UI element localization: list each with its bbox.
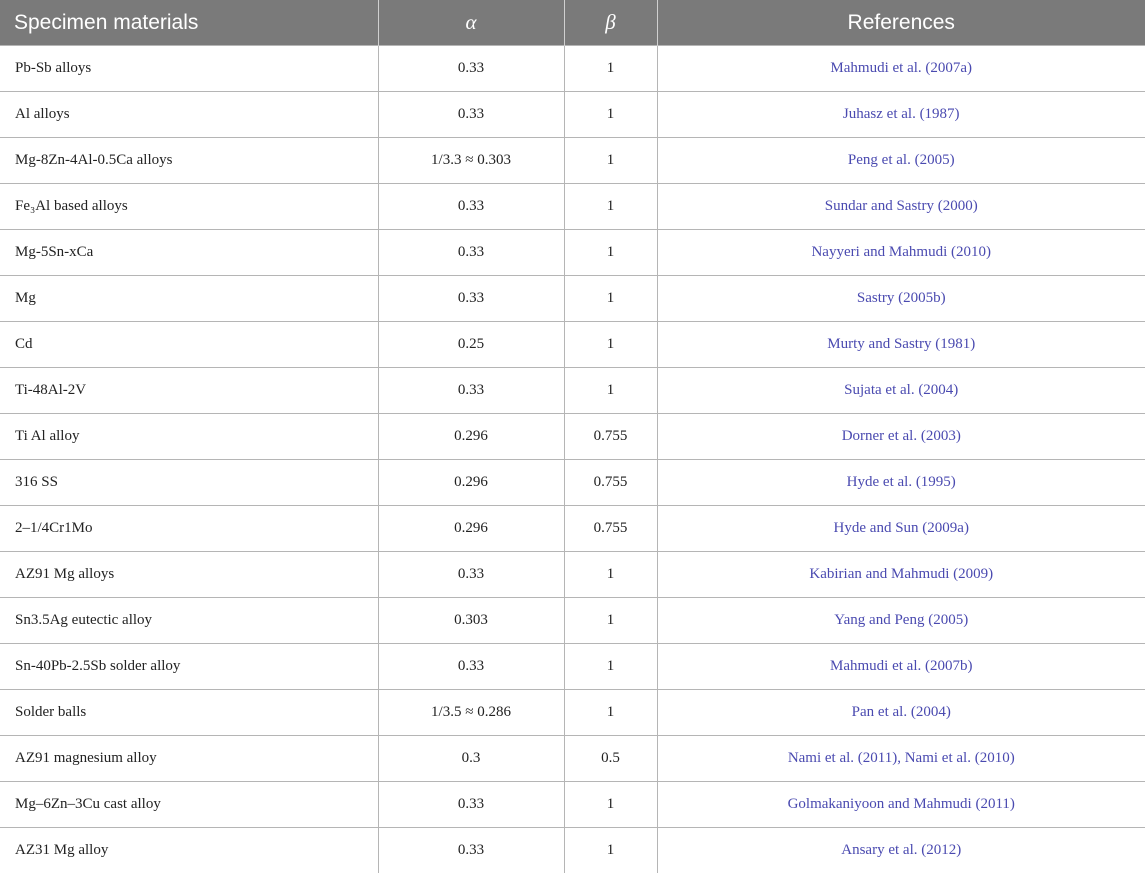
alpha-cell: 0.33: [378, 276, 564, 322]
beta-cell: 1: [564, 552, 657, 598]
material-cell: Sn3.5Ag eutectic alloy: [0, 598, 378, 644]
beta-cell: 1: [564, 138, 657, 184]
header-beta: β: [564, 0, 657, 46]
reference-link[interactable]: Golmakaniyoon and Mahmudi (2011): [657, 782, 1145, 828]
material-cell: AZ91 Mg alloys: [0, 552, 378, 598]
alpha-cell: 0.33: [378, 92, 564, 138]
header-alpha: α: [378, 0, 564, 46]
material-cell: Ti Al alloy: [0, 414, 378, 460]
header-references: References: [657, 0, 1145, 46]
alpha-cell: 0.33: [378, 828, 564, 873]
beta-cell: 1: [564, 690, 657, 736]
alpha-cell: 0.303: [378, 598, 564, 644]
table-row: Mg0.331Sastry (2005b): [0, 276, 1145, 322]
materials-table: Specimen materials α β References Pb-Sb …: [0, 0, 1145, 873]
alpha-cell: 0.3: [378, 736, 564, 782]
alpha-cell: 1/3.5 ≈ 0.286: [378, 690, 564, 736]
alpha-cell: 0.296: [378, 414, 564, 460]
reference-link[interactable]: Ansary et al. (2012): [657, 828, 1145, 873]
material-cell: Fe₃Al based alloys: [0, 184, 378, 230]
beta-cell: 1: [564, 322, 657, 368]
beta-cell: 1: [564, 644, 657, 690]
table-header: Specimen materials α β References: [0, 0, 1145, 46]
alpha-cell: 0.33: [378, 644, 564, 690]
material-cell: Ti-48Al-2V: [0, 368, 378, 414]
reference-link[interactable]: Sastry (2005b): [657, 276, 1145, 322]
alpha-cell: 0.33: [378, 368, 564, 414]
table-row: Solder balls1/3.5 ≈ 0.2861Pan et al. (20…: [0, 690, 1145, 736]
material-cell: AZ91 magnesium alloy: [0, 736, 378, 782]
table-body: Pb-Sb alloys0.331Mahmudi et al. (2007a)A…: [0, 46, 1145, 873]
alpha-cell: 0.33: [378, 184, 564, 230]
table-row: Fe₃Al based alloys0.331Sundar and Sastry…: [0, 184, 1145, 230]
beta-cell: 1: [564, 598, 657, 644]
beta-cell: 0.755: [564, 414, 657, 460]
reference-link[interactable]: Kabirian and Mahmudi (2009): [657, 552, 1145, 598]
reference-link[interactable]: Nayyeri and Mahmudi (2010): [657, 230, 1145, 276]
material-cell: 2–1/4Cr1Mo: [0, 506, 378, 552]
table-row: Mg–6Zn–3Cu cast alloy0.331Golmakaniyoon …: [0, 782, 1145, 828]
alpha-cell: 0.33: [378, 230, 564, 276]
reference-link[interactable]: Dorner et al. (2003): [657, 414, 1145, 460]
beta-cell: 0.5: [564, 736, 657, 782]
reference-link[interactable]: Hyde and Sun (2009a): [657, 506, 1145, 552]
table-row: Ti Al alloy0.2960.755Dorner et al. (2003…: [0, 414, 1145, 460]
beta-cell: 0.755: [564, 506, 657, 552]
reference-link[interactable]: Sundar and Sastry (2000): [657, 184, 1145, 230]
table-row: 316 SS0.2960.755Hyde et al. (1995): [0, 460, 1145, 506]
beta-cell: 1: [564, 368, 657, 414]
material-cell: AZ31 Mg alloy: [0, 828, 378, 873]
beta-cell: 1: [564, 184, 657, 230]
table-row: 2–1/4Cr1Mo0.2960.755Hyde and Sun (2009a): [0, 506, 1145, 552]
reference-link[interactable]: Peng et al. (2005): [657, 138, 1145, 184]
material-cell: Cd: [0, 322, 378, 368]
table-row: Pb-Sb alloys0.331Mahmudi et al. (2007a): [0, 46, 1145, 92]
header-row: Specimen materials α β References: [0, 0, 1145, 46]
alpha-cell: 0.296: [378, 506, 564, 552]
material-cell: Mg: [0, 276, 378, 322]
material-cell: Mg–6Zn–3Cu cast alloy: [0, 782, 378, 828]
beta-cell: 1: [564, 828, 657, 873]
material-cell: Al alloys: [0, 92, 378, 138]
alpha-cell: 0.33: [378, 46, 564, 92]
reference-link[interactable]: Juhasz et al. (1987): [657, 92, 1145, 138]
alpha-cell: 0.25: [378, 322, 564, 368]
material-cell: Solder balls: [0, 690, 378, 736]
table-row: Mg-5Sn-xCa0.331Nayyeri and Mahmudi (2010…: [0, 230, 1145, 276]
alpha-cell: 0.33: [378, 782, 564, 828]
beta-cell: 1: [564, 276, 657, 322]
reference-link[interactable]: Hyde et al. (1995): [657, 460, 1145, 506]
table-row: AZ91 Mg alloys0.331Kabirian and Mahmudi …: [0, 552, 1145, 598]
header-specimen-materials: Specimen materials: [0, 0, 378, 46]
reference-link[interactable]: Sujata et al. (2004): [657, 368, 1145, 414]
material-cell: Mg-5Sn-xCa: [0, 230, 378, 276]
table-row: Cd0.251Murty and Sastry (1981): [0, 322, 1145, 368]
table-row: AZ31 Mg alloy0.331Ansary et al. (2012): [0, 828, 1145, 873]
reference-link[interactable]: Murty and Sastry (1981): [657, 322, 1145, 368]
beta-cell: 1: [564, 782, 657, 828]
table-row: Al alloys0.331Juhasz et al. (1987): [0, 92, 1145, 138]
reference-link[interactable]: Mahmudi et al. (2007b): [657, 644, 1145, 690]
beta-cell: 1: [564, 46, 657, 92]
material-cell: Mg-8Zn-4Al-0.5Ca alloys: [0, 138, 378, 184]
alpha-cell: 1/3.3 ≈ 0.303: [378, 138, 564, 184]
alpha-cell: 0.296: [378, 460, 564, 506]
table-row: Sn3.5Ag eutectic alloy0.3031Yang and Pen…: [0, 598, 1145, 644]
material-cell: 316 SS: [0, 460, 378, 506]
material-cell: Pb-Sb alloys: [0, 46, 378, 92]
reference-link[interactable]: Yang and Peng (2005): [657, 598, 1145, 644]
beta-cell: 0.755: [564, 460, 657, 506]
reference-link[interactable]: Mahmudi et al. (2007a): [657, 46, 1145, 92]
material-cell: Sn-40Pb-2.5Sb solder alloy: [0, 644, 378, 690]
reference-link[interactable]: Pan et al. (2004): [657, 690, 1145, 736]
reference-link[interactable]: Nami et al. (2011), Nami et al. (2010): [657, 736, 1145, 782]
beta-cell: 1: [564, 92, 657, 138]
table-row: AZ91 magnesium alloy0.30.5Nami et al. (2…: [0, 736, 1145, 782]
beta-cell: 1: [564, 230, 657, 276]
table-row: Ti-48Al-2V0.331Sujata et al. (2004): [0, 368, 1145, 414]
table-row: Mg-8Zn-4Al-0.5Ca alloys1/3.3 ≈ 0.3031Pen…: [0, 138, 1145, 184]
table-row: Sn-40Pb-2.5Sb solder alloy0.331Mahmudi e…: [0, 644, 1145, 690]
alpha-cell: 0.33: [378, 552, 564, 598]
